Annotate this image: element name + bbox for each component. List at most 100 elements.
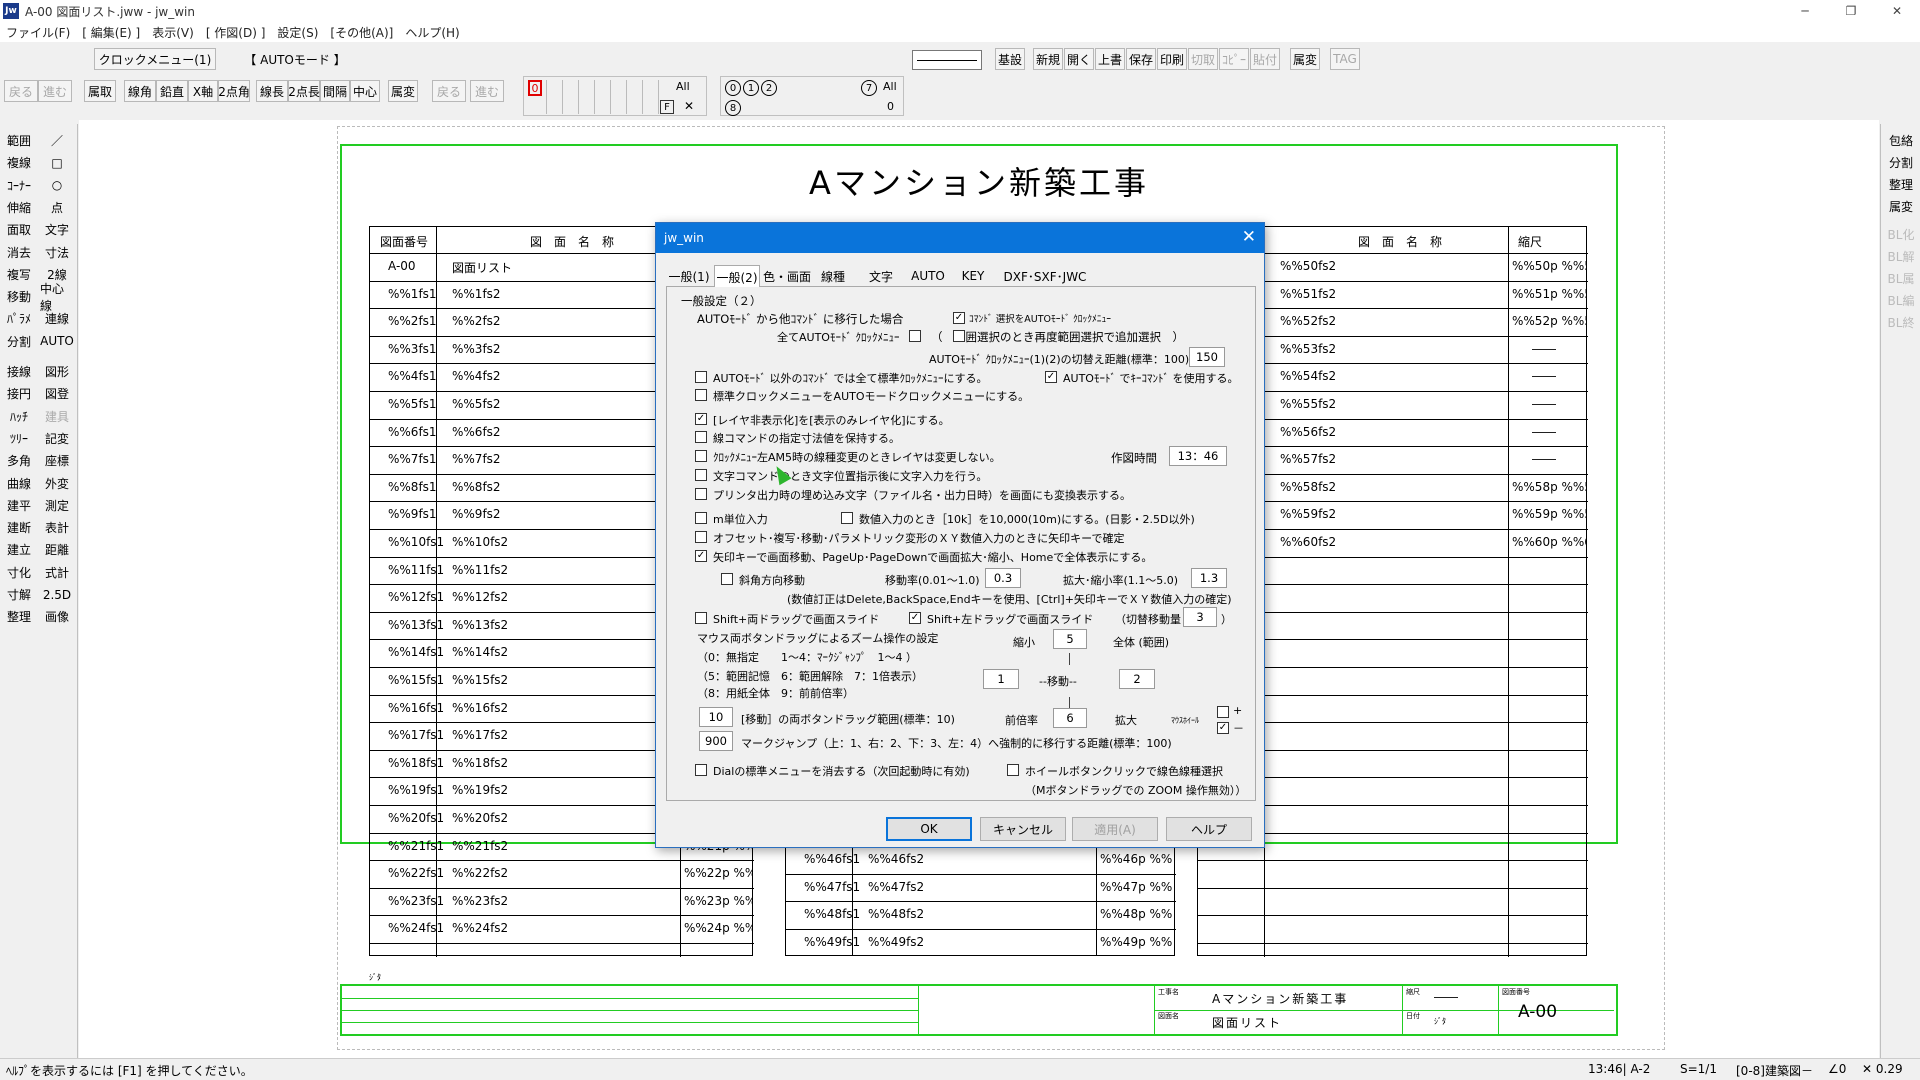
clock-menu-button[interactable]: クロックメニュー(1)	[94, 48, 216, 70]
shrink-input[interactable]: 5	[1053, 629, 1087, 649]
dial-menu-checkbox[interactable]	[695, 764, 707, 776]
right-tool-button[interactable]: 属変	[1884, 196, 1918, 217]
attribute-change-button-2[interactable]: 属変	[388, 80, 418, 102]
left-tool-button[interactable]: 図登	[40, 383, 74, 404]
left-tool-button[interactable]: ﾂﾘｰ	[2, 428, 36, 449]
numeric-10k-checkbox[interactable]	[841, 512, 853, 524]
left-tool-button[interactable]: ﾊﾟﾗﾒ	[2, 308, 36, 329]
interval-button[interactable]: 間隔	[320, 80, 350, 102]
offset-arrow-checkbox[interactable]	[695, 531, 707, 543]
move-rate-input[interactable]: 0.3	[985, 568, 1021, 588]
left-tool-button[interactable]: 伸縮	[2, 197, 36, 218]
undo-button[interactable]: 戻る	[4, 80, 38, 102]
left-tool-button[interactable]: 消去	[2, 242, 36, 263]
right-tool-button[interactable]: BL解	[1884, 246, 1918, 267]
forward-button[interactable]: 進む	[470, 80, 504, 102]
auto-key-command-checkbox[interactable]: ✓	[1045, 371, 1057, 383]
right-tool-button[interactable]: BL編	[1884, 290, 1918, 311]
layer-group-grid[interactable]	[546, 80, 672, 114]
menu-draw[interactable]: [ 作図(D) ]	[200, 24, 272, 41]
command-select-checkbox[interactable]: ✓	[953, 312, 965, 324]
menu-help[interactable]: ヘルプ(H)	[399, 24, 465, 41]
left-tool-button[interactable]: ○	[40, 175, 74, 196]
left-tool-button[interactable]: 接線	[2, 361, 36, 382]
dialog-close-button[interactable]: ✕	[1242, 227, 1256, 247]
auto-clock-switch-input[interactable]: 150	[1189, 347, 1225, 367]
tag-button[interactable]: TAG	[1330, 48, 1360, 70]
left-tool-button[interactable]: 建平	[2, 495, 36, 516]
attribute-get-button[interactable]: 属取	[84, 80, 116, 102]
layer-hide-checkbox[interactable]: ✓	[695, 413, 707, 425]
tab-auto[interactable]: AUTO	[906, 265, 950, 287]
tab-dxf-sxf-jwc[interactable]: DXF･SXF･JWC	[1002, 265, 1088, 287]
right-tool-button[interactable]: 包絡	[1884, 130, 1918, 151]
vertical-button[interactable]: 鉛直	[156, 80, 188, 102]
move-right-input[interactable]: 2	[1119, 669, 1155, 689]
shift-left-drag-checkbox[interactable]: ✓	[909, 612, 921, 624]
printer-embedded-checkbox[interactable]	[695, 488, 707, 500]
left-tool-button[interactable]: 複線	[2, 152, 36, 173]
apply-button[interactable]: 適用(A)	[1072, 817, 1158, 841]
menu-other[interactable]: [その他(A)]	[324, 24, 399, 41]
left-tool-button[interactable]: 測定	[40, 495, 74, 516]
shift-both-drag-checkbox[interactable]	[695, 612, 707, 624]
status-zoom[interactable]: ✕ 0.29	[1862, 1062, 1903, 1076]
mark-jump-input[interactable]: 900	[699, 731, 733, 751]
left-tool-button[interactable]: 連線	[40, 308, 74, 329]
left-tool-button[interactable]: 表計	[40, 517, 74, 538]
active-layer-group[interactable]: 0	[528, 80, 542, 96]
left-tool-button[interactable]: □	[40, 152, 74, 173]
left-tool-button[interactable]: 建具	[40, 406, 74, 427]
layer-1-button[interactable]: 1	[743, 80, 759, 96]
status-scale[interactable]: S=1/1	[1680, 1062, 1717, 1076]
attribute-change-button[interactable]: 属変	[1290, 48, 1320, 70]
redo-button[interactable]: 進む	[38, 80, 72, 102]
layer-0-button[interactable]: 0	[725, 80, 741, 96]
right-tool-button[interactable]: BL化	[1884, 224, 1918, 245]
line-style-preview[interactable]	[912, 50, 982, 70]
tab-text[interactable]: 文字	[862, 265, 900, 287]
left-tool-button[interactable]: 2.5D	[40, 584, 74, 605]
drawing-time-input[interactable]: 13：46	[1169, 446, 1227, 466]
right-tool-button[interactable]: 整理	[1884, 174, 1918, 195]
copy-button[interactable]: ｺﾋﾟｰ	[1219, 48, 1249, 70]
left-tool-button[interactable]: 範囲	[2, 130, 36, 151]
menu-file[interactable]: ファイル(F)	[0, 24, 76, 41]
zoom-rate-input[interactable]: 1.3	[1191, 568, 1227, 588]
clock-am5-checkbox[interactable]	[695, 450, 707, 462]
menu-edit[interactable]: [ 編集(E) ]	[76, 24, 146, 41]
right-tool-button[interactable]: BL終	[1884, 312, 1918, 333]
help-button[interactable]: ヘルプ	[1166, 817, 1252, 841]
tab-general-2[interactable]: 一般(2)	[714, 265, 760, 288]
status-angle[interactable]: ∠0	[1828, 1062, 1846, 1076]
layer-all-button[interactable]: All	[883, 80, 897, 93]
left-tool-button[interactable]: 画像	[40, 606, 74, 627]
tab-color-screen[interactable]: 色・画面	[762, 265, 812, 287]
left-tool-button[interactable]: 寸解	[2, 584, 36, 605]
layer-f-button[interactable]: F	[660, 100, 674, 114]
new-button[interactable]: 新規	[1033, 48, 1063, 70]
left-tool-button[interactable]: 分割	[2, 331, 36, 352]
line-angle-button[interactable]: 線角	[124, 80, 156, 102]
overwrite-button[interactable]: 上書	[1095, 48, 1125, 70]
diagonal-move-checkbox[interactable]	[721, 573, 733, 585]
prev-zoom-input[interactable]: 6	[1053, 708, 1087, 728]
cancel-button[interactable]: キャンセル	[980, 817, 1066, 841]
left-tool-button[interactable]: ／	[40, 130, 74, 151]
line-length-button[interactable]: 線長	[256, 80, 288, 102]
switch-move-input[interactable]: 3	[1183, 607, 1217, 627]
left-tool-button[interactable]: 複写	[2, 264, 36, 285]
m-unit-checkbox[interactable]	[695, 512, 707, 524]
left-tool-button[interactable]: ｺｰﾅｰ	[2, 175, 36, 196]
close-button[interactable]: ✕	[1874, 0, 1920, 22]
restore-button[interactable]: ❐	[1828, 0, 1874, 22]
left-tool-button[interactable]: 多角	[2, 450, 36, 471]
open-button[interactable]: 開く	[1064, 48, 1094, 70]
save-button[interactable]: 保存	[1126, 48, 1156, 70]
cut-button[interactable]: 切取	[1188, 48, 1218, 70]
tab-line-type[interactable]: 線種	[814, 265, 852, 287]
left-tool-button[interactable]: 外変	[40, 473, 74, 494]
left-tool-button[interactable]: 文字	[40, 219, 74, 240]
wheel-click-checkbox[interactable]	[1007, 764, 1019, 776]
layer-7-button[interactable]: 7	[861, 80, 877, 96]
